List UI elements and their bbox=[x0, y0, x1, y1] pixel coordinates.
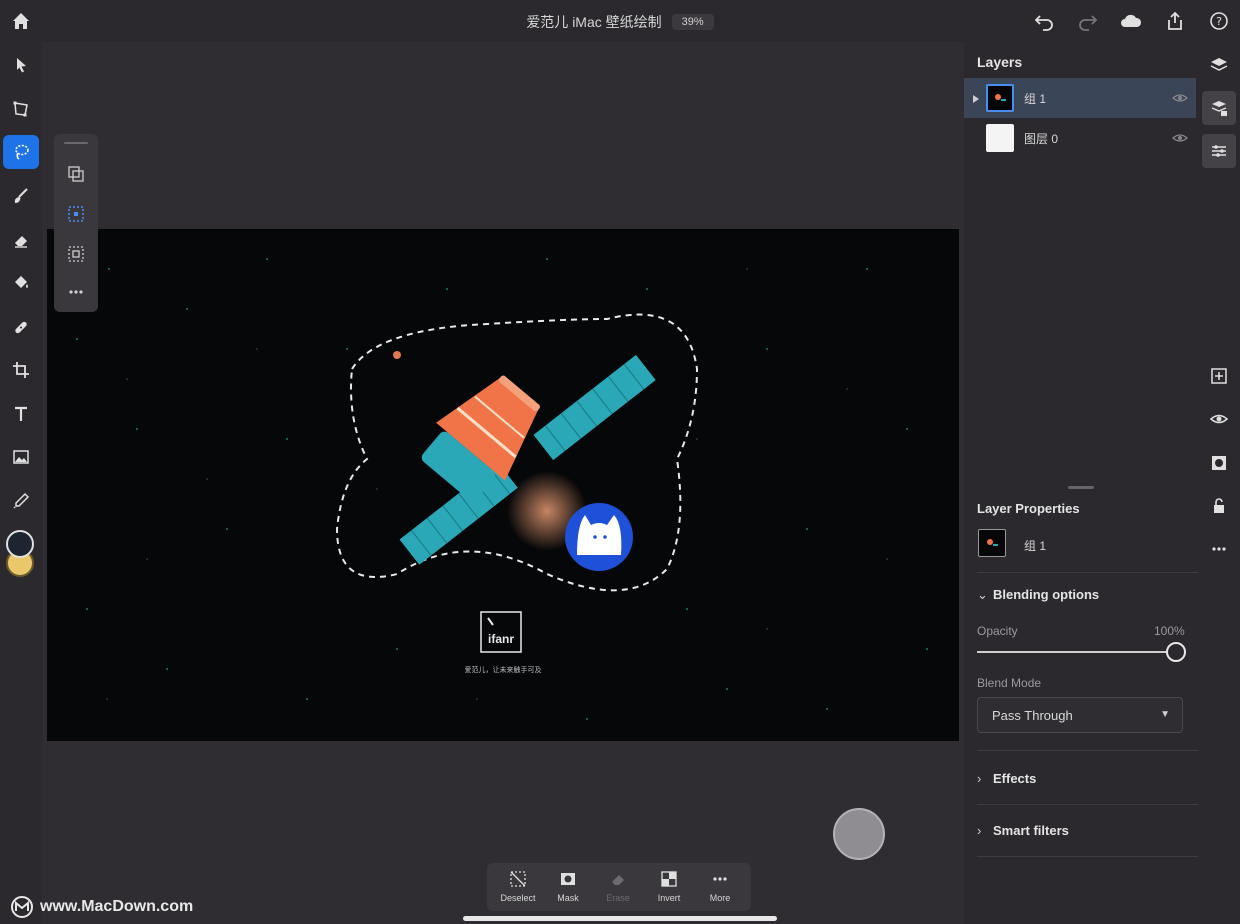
adjustments-icon[interactable] bbox=[1202, 134, 1236, 168]
svg-text:?: ? bbox=[1216, 15, 1222, 28]
left-toolbar bbox=[0, 42, 42, 924]
healing-brush-icon[interactable] bbox=[3, 310, 39, 344]
artwork-caption: 爱范儿，让未来触手可及 bbox=[464, 667, 542, 674]
place-image-icon[interactable] bbox=[3, 440, 39, 474]
mask-icon bbox=[543, 867, 593, 891]
chevron-down-icon: ⌄ bbox=[977, 587, 988, 602]
chevron-right-icon: › bbox=[977, 823, 982, 838]
invert-icon bbox=[644, 867, 694, 891]
panel-resize-handle[interactable] bbox=[1068, 486, 1094, 489]
drag-handle[interactable] bbox=[64, 142, 88, 144]
chevron-down-icon: ▼ bbox=[1160, 709, 1170, 720]
visibility-eye-icon[interactable] bbox=[1172, 130, 1188, 146]
cloud-icon[interactable] bbox=[1118, 8, 1144, 34]
selection-subtoolbar bbox=[54, 134, 98, 312]
add-layer-icon[interactable] bbox=[1202, 359, 1236, 393]
share-icon[interactable] bbox=[1162, 8, 1188, 34]
artwork-canvas[interactable]: ifanr 爱范儿，让未来触手可及 bbox=[47, 229, 959, 741]
macdown-logo-icon bbox=[11, 896, 33, 918]
transform-icon[interactable] bbox=[3, 92, 39, 126]
more-icon[interactable] bbox=[1202, 532, 1236, 566]
layers-stack-icon[interactable] bbox=[1202, 48, 1236, 82]
zoom-level[interactable]: 39% bbox=[671, 14, 714, 30]
blend-mode-select[interactable]: Pass Through ▼ bbox=[977, 697, 1183, 733]
right-rail bbox=[1198, 42, 1240, 924]
erase-icon bbox=[593, 867, 643, 891]
select-subject-icon[interactable] bbox=[62, 160, 90, 188]
brush-icon[interactable] bbox=[3, 179, 39, 213]
visibility-icon[interactable] bbox=[1202, 402, 1236, 436]
blend-mode-label: Blend Mode bbox=[977, 676, 1042, 690]
smart-filters-toggle[interactable]: › Smart filters bbox=[977, 823, 1069, 838]
type-icon[interactable] bbox=[3, 397, 39, 431]
more-icon bbox=[695, 867, 745, 891]
home-indicator[interactable] bbox=[463, 916, 777, 921]
touch-shortcut-button[interactable] bbox=[833, 808, 885, 860]
foreground-color-swatch[interactable] bbox=[6, 530, 34, 558]
expand-caret-icon[interactable] bbox=[971, 92, 981, 104]
effects-toggle[interactable]: › Effects bbox=[977, 771, 1036, 786]
marquee-mode-icon[interactable] bbox=[62, 240, 90, 268]
visibility-eye-icon[interactable] bbox=[1172, 90, 1188, 106]
erase-label: Erase bbox=[606, 893, 630, 903]
properties-layer-thumbnail bbox=[978, 529, 1006, 557]
eyedropper-icon[interactable] bbox=[3, 484, 39, 518]
chevron-right-icon: › bbox=[977, 771, 982, 786]
opacity-slider-track[interactable] bbox=[977, 651, 1177, 653]
logo-text: ifanr bbox=[488, 632, 514, 646]
effects-label: Effects bbox=[993, 771, 1037, 786]
lasso-select-icon[interactable] bbox=[3, 135, 39, 169]
more-label: More bbox=[709, 893, 731, 903]
opacity-value: 100% bbox=[1154, 624, 1185, 638]
lock-icon[interactable] bbox=[1202, 489, 1236, 523]
fill-bucket-icon[interactable] bbox=[3, 266, 39, 300]
blending-options-toggle[interactable]: ⌄ Blending options bbox=[977, 587, 1099, 603]
layer-row-group1[interactable]: 组 1 bbox=[964, 78, 1196, 118]
layer-mask-icon[interactable] bbox=[1202, 446, 1236, 480]
opacity-label: Opacity bbox=[977, 624, 1018, 638]
smart-filters-label: Smart filters bbox=[993, 823, 1069, 838]
layers-title: Layers bbox=[977, 54, 1023, 70]
mask-button[interactable]: Mask bbox=[543, 867, 593, 909]
invert-button[interactable]: Invert bbox=[644, 867, 694, 909]
blend-mode-value: Pass Through bbox=[992, 708, 1073, 723]
right-panel: Layers 组 1 图层 0 Layer Properties 组 1 ⌄ B… bbox=[964, 42, 1199, 924]
top-bar: 爱范儿 iMac 壁纸绘制 39% ? bbox=[0, 0, 1240, 42]
mask-label: Mask bbox=[557, 893, 579, 903]
photoshop-app: 爱范儿 iMac 壁纸绘制 39% ? ifanr 爱范儿，让未来触手可及 La… bbox=[0, 0, 1240, 924]
undo-icon[interactable] bbox=[1031, 8, 1057, 34]
layer-row-layer0[interactable]: 图层 0 bbox=[964, 118, 1196, 158]
crop-icon[interactable] bbox=[3, 353, 39, 387]
erase-button[interactable]: Erase bbox=[593, 867, 643, 909]
help-icon[interactable]: ? bbox=[1206, 8, 1232, 34]
deselect-icon bbox=[493, 867, 543, 891]
more-button[interactable]: More bbox=[695, 867, 745, 909]
lasso-mode-icon[interactable] bbox=[62, 200, 90, 228]
properties-layer-name: 组 1 bbox=[1024, 539, 1047, 553]
select-arrow-icon[interactable] bbox=[3, 48, 39, 82]
invert-label: Invert bbox=[657, 893, 681, 903]
blending-options-label: Blending options bbox=[993, 587, 1100, 602]
selection-action-bar: Deselect Mask Erase Invert More bbox=[487, 863, 751, 911]
layer-name: 组 1 bbox=[1024, 92, 1047, 106]
watermark: www.MacDown.com bbox=[10, 894, 193, 920]
watermark-text: www.MacDown.com bbox=[40, 898, 194, 915]
document-title[interactable]: 爱范儿 iMac 壁纸绘制 bbox=[526, 12, 661, 32]
layer-properties-icon[interactable] bbox=[1202, 91, 1236, 125]
deselect-label: Deselect bbox=[500, 893, 536, 903]
redo-icon[interactable] bbox=[1075, 8, 1101, 34]
layer-thumbnail bbox=[986, 124, 1014, 152]
layer-properties-title: Layer Properties bbox=[977, 501, 1080, 516]
opacity-slider-knob[interactable] bbox=[1166, 642, 1186, 662]
deselect-button[interactable]: Deselect bbox=[493, 867, 543, 909]
layer-name: 图层 0 bbox=[1024, 132, 1059, 146]
eraser-icon[interactable] bbox=[3, 223, 39, 257]
layer-thumbnail bbox=[986, 84, 1014, 112]
more-options-icon[interactable] bbox=[62, 278, 90, 306]
